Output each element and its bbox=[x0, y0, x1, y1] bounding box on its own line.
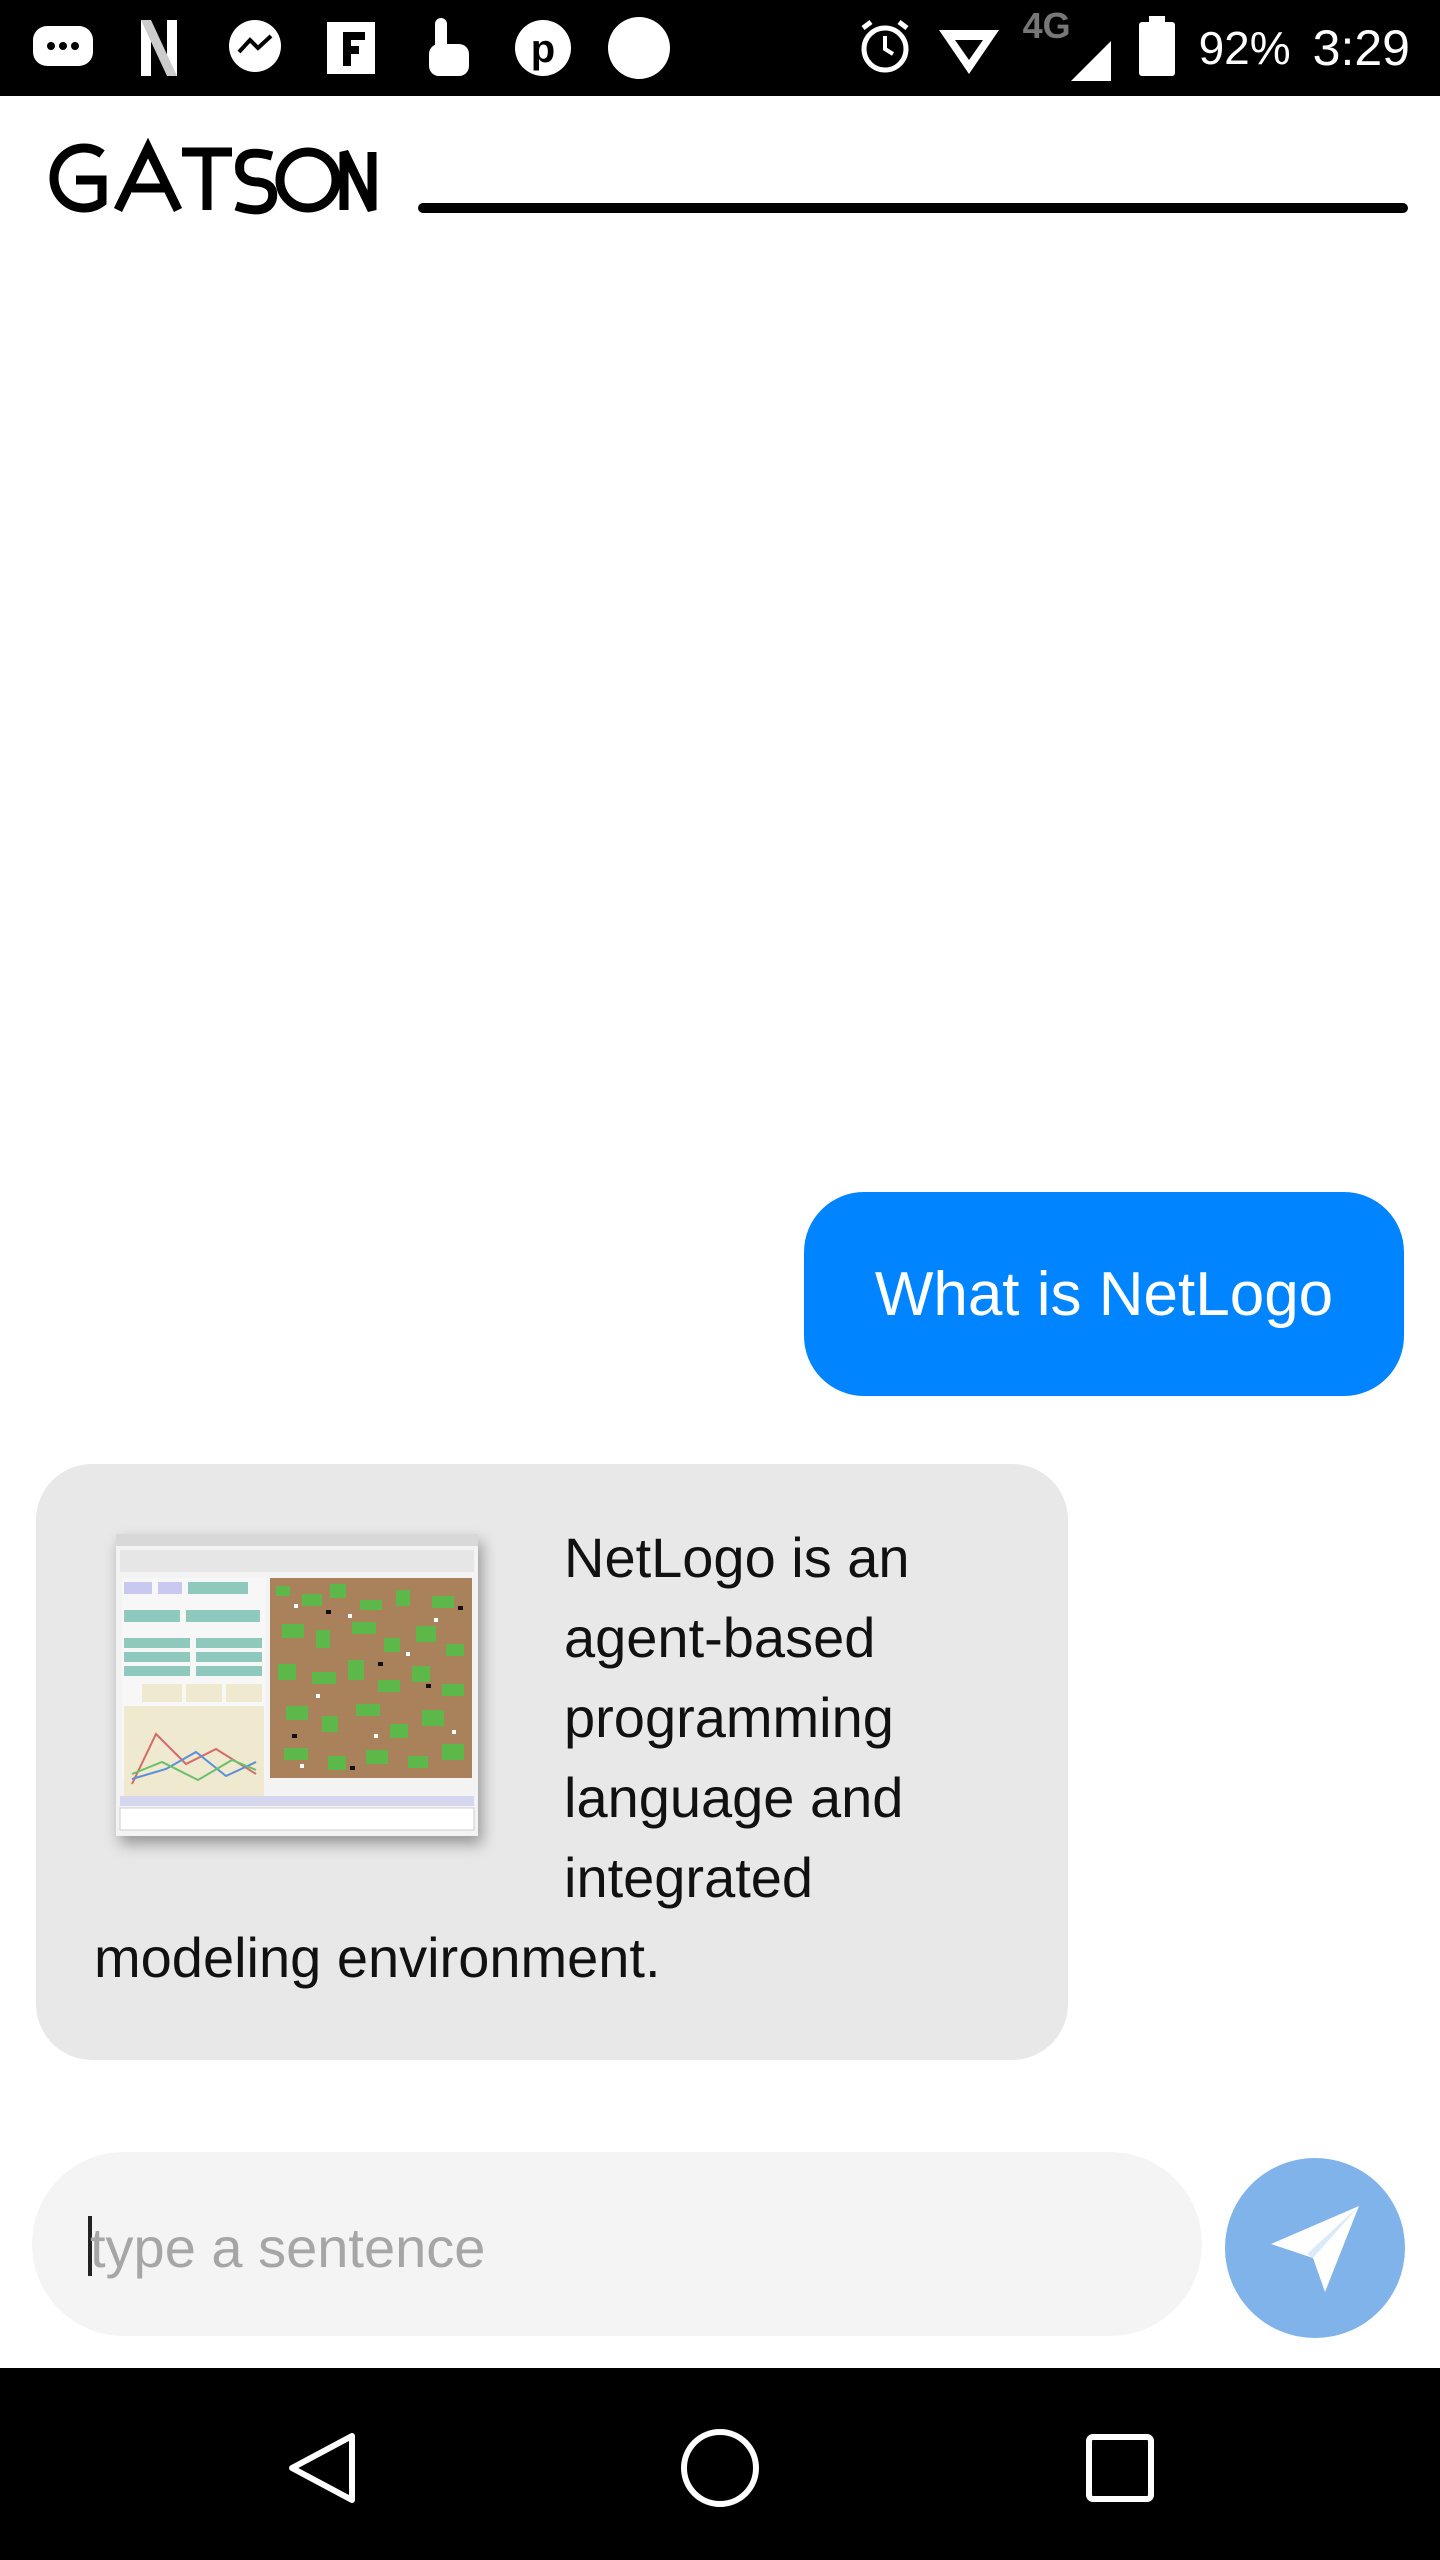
bot-message-line: integrated bbox=[564, 1846, 814, 1909]
bot-message-bubble: NetLogo is an agent-based programming la… bbox=[36, 1464, 1068, 2060]
pinterest-icon: p bbox=[508, 14, 578, 82]
bot-message-line: programming bbox=[564, 1686, 894, 1749]
message-input[interactable] bbox=[88, 2196, 1152, 2298]
status-bar: p 4G 92% 3:29 bbox=[0, 0, 1440, 96]
flipboard-icon bbox=[316, 14, 386, 82]
bot-message-line: agent-based bbox=[564, 1606, 876, 1669]
recents-button[interactable] bbox=[1070, 2418, 1170, 2518]
netflix-icon bbox=[124, 14, 194, 82]
send-button[interactable] bbox=[1225, 2158, 1405, 2338]
back-icon bbox=[289, 2433, 355, 2503]
clock: 3:29 bbox=[1312, 20, 1410, 76]
bot-message-line: modeling environment. bbox=[94, 1926, 661, 1989]
alarm-icon bbox=[855, 16, 915, 81]
battery-percent: 92% bbox=[1198, 22, 1291, 74]
battery-icon bbox=[1137, 14, 1177, 83]
system-nav-bar bbox=[0, 2368, 1440, 2560]
netlogo-screenshot[interactable] bbox=[116, 1534, 478, 1836]
home-icon bbox=[681, 2429, 759, 2507]
signal-icon: 4G bbox=[1023, 5, 1115, 83]
app-header bbox=[0, 96, 1440, 246]
recents-icon bbox=[1086, 2434, 1154, 2502]
bot-message-line: NetLogo is an bbox=[564, 1526, 910, 1589]
svg-text:p: p bbox=[531, 27, 555, 71]
messenger-icon bbox=[220, 14, 290, 82]
header-divider bbox=[418, 203, 1408, 213]
home-button[interactable] bbox=[670, 2418, 770, 2518]
messages-icon bbox=[28, 14, 98, 82]
send-icon bbox=[1271, 2206, 1359, 2292]
touch-icon bbox=[412, 14, 482, 82]
bot-message-line: language and bbox=[564, 1766, 904, 1829]
message-input-container[interactable] bbox=[32, 2152, 1202, 2336]
app-logo bbox=[36, 137, 378, 218]
user-message-bubble: What is NetLogo bbox=[804, 1192, 1404, 1396]
circle-icon bbox=[604, 14, 674, 82]
back-button[interactable] bbox=[272, 2418, 372, 2518]
bot-message-text: NetLogo is an agent-based programming la… bbox=[564, 1518, 910, 1918]
wifi-icon bbox=[937, 16, 1001, 81]
user-message-text: What is NetLogo bbox=[874, 1259, 1334, 1329]
